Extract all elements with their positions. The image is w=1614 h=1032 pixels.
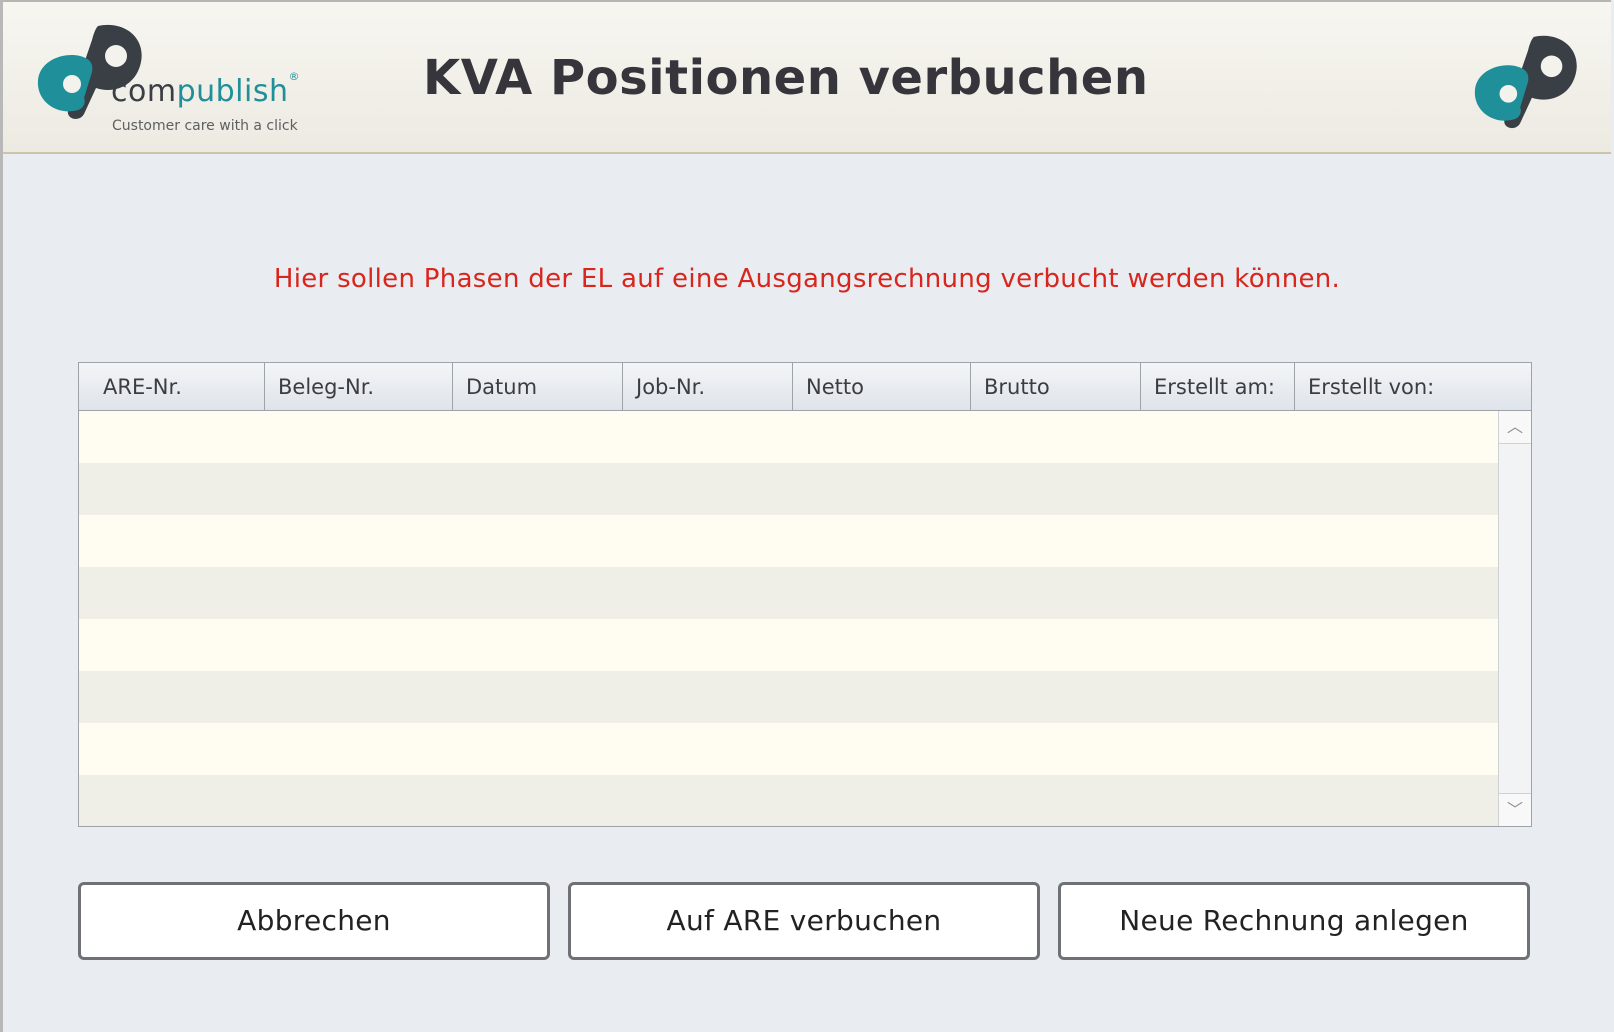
compublish-mark-icon [1474, 35, 1577, 129]
column-header-are-nr[interactable]: ARE-Nr. [79, 363, 265, 410]
new-invoice-button[interactable]: Neue Rechnung anlegen [1058, 882, 1530, 960]
table-row[interactable] [79, 567, 1498, 619]
table-row[interactable] [79, 411, 1498, 463]
brand-publish: publish [176, 74, 289, 109]
table-row[interactable] [79, 775, 1498, 826]
table-row[interactable] [79, 723, 1498, 775]
column-header-brutto[interactable]: Brutto [971, 363, 1141, 410]
scroll-up-icon[interactable]: ︿ [1499, 411, 1531, 444]
column-header-job-nr[interactable]: Job-Nr. [623, 363, 793, 410]
column-header-datum[interactable]: Datum [453, 363, 623, 410]
brand-registered: ® [288, 70, 300, 83]
table-header: ARE-Nr. Beleg-Nr. Datum Job-Nr. Netto Br… [79, 363, 1531, 411]
info-message: Hier sollen Phasen der EL auf eine Ausga… [273, 264, 1341, 294]
column-header-netto[interactable]: Netto [793, 363, 971, 410]
cancel-button[interactable]: Abbrechen [78, 882, 550, 960]
page-title: KVA Positionen verbuchen [423, 50, 1149, 106]
table-row[interactable] [79, 463, 1498, 515]
book-to-are-button[interactable]: Auf ARE verbuchen [568, 882, 1040, 960]
brand-wordmark: compublish® [111, 70, 300, 109]
column-header-erstellt-von[interactable]: Erstellt von: [1295, 363, 1531, 410]
scroll-down-icon[interactable]: ﹀ [1499, 793, 1531, 826]
window-left-edge [0, 0, 3, 1032]
brand-com: com [111, 74, 177, 109]
brand-tagline: Customer care with a click [112, 118, 298, 134]
header-bar: compublish® Customer care with a click K… [3, 0, 1611, 154]
table-body [79, 411, 1498, 826]
column-header-beleg-nr[interactable]: Beleg-Nr. [265, 363, 453, 410]
postings-table: ARE-Nr. Beleg-Nr. Datum Job-Nr. Netto Br… [78, 362, 1532, 827]
vertical-scrollbar[interactable]: ︿ ﹀ [1498, 411, 1531, 826]
column-header-erstellt-am[interactable]: Erstellt am: [1141, 363, 1295, 410]
table-row[interactable] [79, 515, 1498, 567]
table-row[interactable] [79, 619, 1498, 671]
table-row[interactable] [79, 671, 1498, 723]
